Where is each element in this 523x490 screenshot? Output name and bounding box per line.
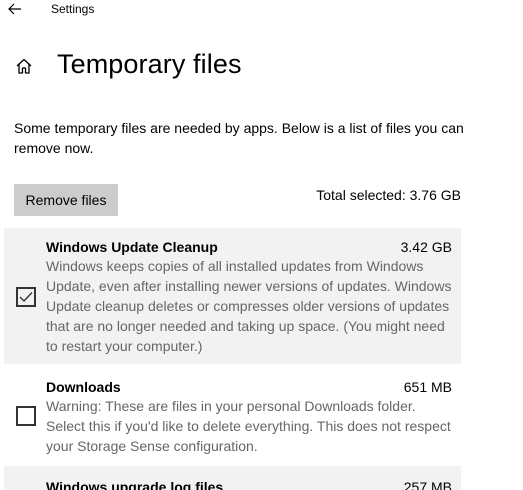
list-item[interactable]: Downloads 651 MB Warning: These are file… [4,368,461,462]
item-size: 3.42 GB [400,239,452,255]
remove-files-button[interactable]: Remove files [14,184,118,216]
page-description: Some temporary files are needed by apps.… [14,120,464,156]
checkbox-downloads[interactable] [16,406,36,426]
arrow-left-icon [8,3,21,15]
title-bar: Settings [0,0,523,22]
item-name: Windows Update Cleanup [46,239,218,255]
page-title: Temporary files [57,49,242,79]
app-title: Settings [51,2,95,16]
item-name: Windows upgrade log files [46,479,224,490]
item-size: 651 MB [403,379,452,395]
list-item[interactable]: Windows upgrade log files 257 MB [4,466,461,490]
check-icon [19,292,33,303]
back-button[interactable] [4,0,26,18]
home-icon [13,55,35,77]
total-selected-label: Total selected: 3.76 GB [316,187,461,203]
item-description: Warning: These are files in your persona… [46,398,451,454]
checkbox-windows-update-cleanup[interactable] [16,287,36,307]
item-name: Downloads [46,379,121,395]
item-description: Windows keeps copies of all installed up… [46,258,452,354]
item-size: 257 MB [403,479,452,490]
settings-window: Settings Temporary files Some temporary … [0,0,523,490]
list-item[interactable]: Windows Update Cleanup 3.42 GB Windows k… [4,228,461,364]
